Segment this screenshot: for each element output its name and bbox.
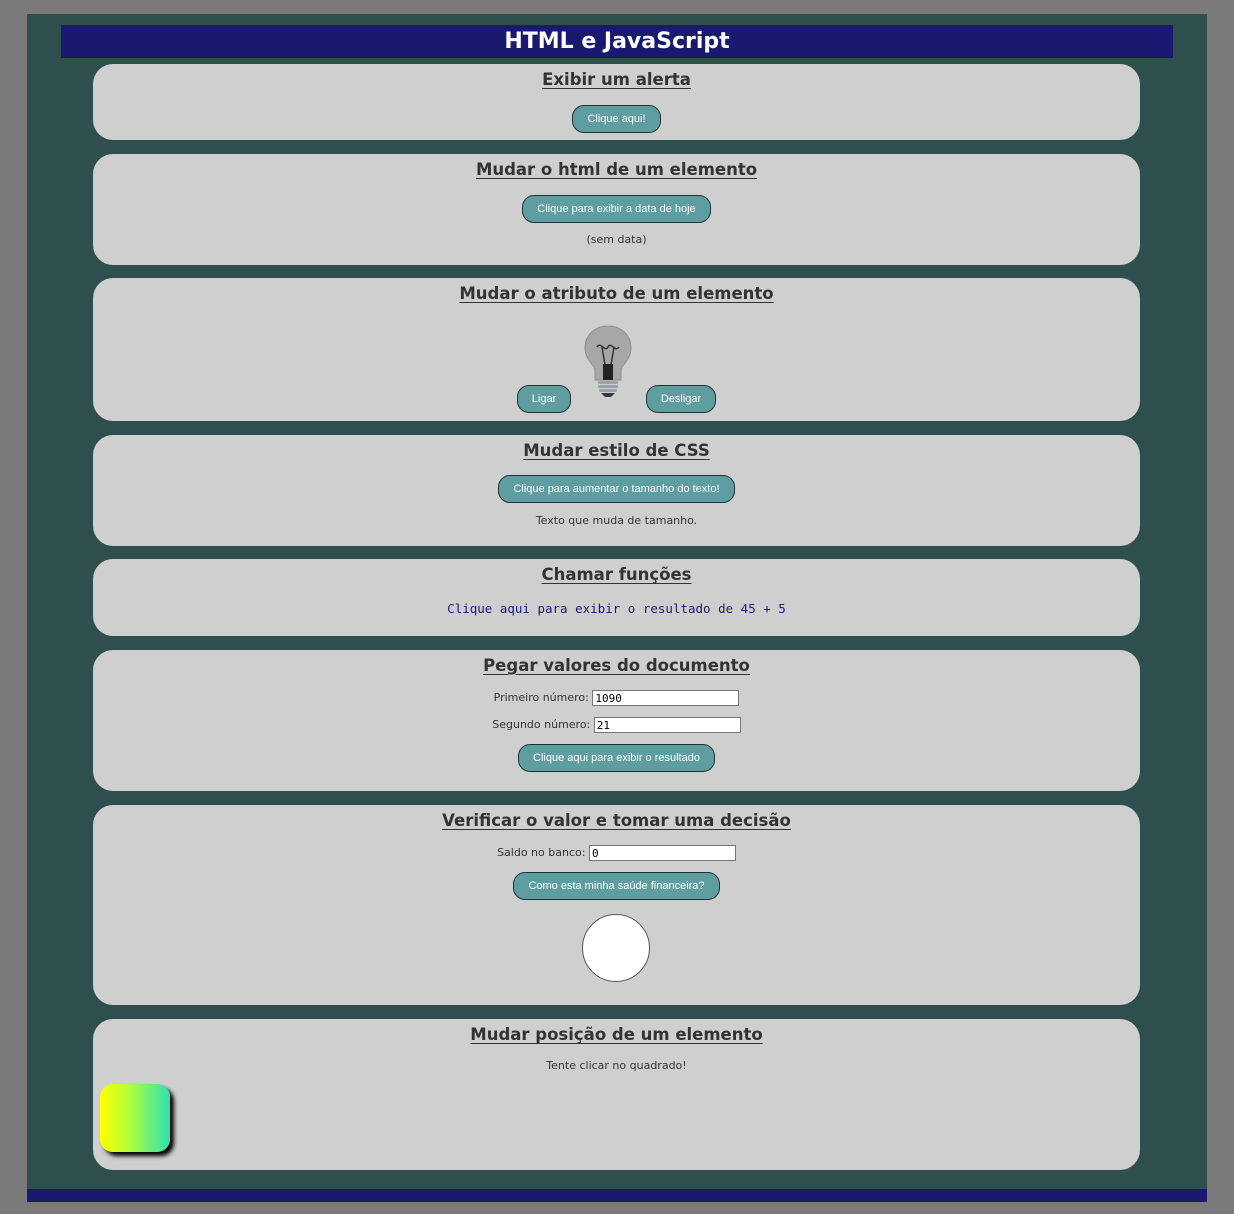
first-number-label: Primeiro número: — [493, 691, 589, 704]
lightbulb-off-icon — [584, 325, 632, 397]
financial-status-circle — [582, 914, 650, 982]
light-on-button[interactable]: Ligar — [517, 385, 571, 413]
section-title: Mudar o atributo de um elemento — [459, 284, 774, 303]
footer-bar — [27, 1189, 1207, 1202]
balance-field[interactable] — [588, 845, 736, 861]
first-number-field[interactable] — [592, 690, 740, 706]
show-date-button[interactable]: Clique para exibir a data de hoje — [522, 195, 711, 223]
light-off-button[interactable]: Desligar — [646, 385, 716, 413]
section-html-change: Mudar o html de um elemento Clique para … — [93, 154, 1140, 265]
page-header: HTML e JavaScript — [61, 25, 1173, 58]
section-title: Mudar posição de um elemento — [470, 1025, 763, 1044]
position-instruction: Tente clicar no quadrado! — [546, 1059, 687, 1072]
balance-row: Saldo no banco: — [93, 845, 1140, 861]
section-decision: Verificar o valor e tomar uma decisão Sa… — [93, 805, 1140, 1005]
section-functions: Chamar funções Clique aqui para exibir o… — [93, 559, 1140, 636]
show-result-button[interactable]: Clique aqui para exibir o resultado — [518, 744, 715, 772]
light-bulb-image — [584, 325, 632, 399]
section-alert: Exibir um alerta Clique aqui! — [93, 64, 1140, 140]
section-css-style: Mudar estilo de CSS Clique para aumentar… — [93, 435, 1140, 546]
second-number-field[interactable] — [593, 717, 741, 733]
section-title: Exibir um alerta — [542, 70, 691, 89]
section-title: Pegar valores do documento — [483, 656, 750, 675]
section-title: Mudar estilo de CSS — [523, 441, 710, 460]
section-attribute: Mudar o atributo de um elemento Ligar De… — [93, 278, 1140, 421]
resizable-text: Texto que muda de tamanho. — [535, 514, 698, 527]
date-output: (sem data) — [586, 233, 647, 246]
section-title: Mudar o html de um elemento — [475, 160, 758, 179]
sum-result-link[interactable]: Clique aqui para exibir o resultado de 4… — [447, 601, 786, 616]
second-number-row: Segundo número: — [93, 717, 1140, 733]
alert-button[interactable]: Clique aqui! — [572, 105, 661, 133]
section-title: Verificar o valor e tomar uma decisão — [442, 811, 791, 830]
first-number-row: Primeiro número: — [93, 690, 1140, 706]
section-document-values: Pegar valores do documento Primeiro núme… — [93, 650, 1140, 791]
section-title: Chamar funções — [541, 565, 692, 584]
moving-square[interactable] — [100, 1084, 170, 1152]
balance-label: Saldo no banco: — [497, 846, 586, 859]
section-position: Mudar posição de um elemento Tente clica… — [93, 1019, 1140, 1170]
financial-health-button[interactable]: Como esta minha saúde financeira? — [513, 872, 720, 900]
increase-text-button[interactable]: Clique para aumentar o tamanho do texto! — [498, 475, 735, 503]
second-number-label: Segundo número: — [492, 718, 591, 731]
page-container: HTML e JavaScript Exibir um alerta Cliqu… — [27, 14, 1207, 1202]
